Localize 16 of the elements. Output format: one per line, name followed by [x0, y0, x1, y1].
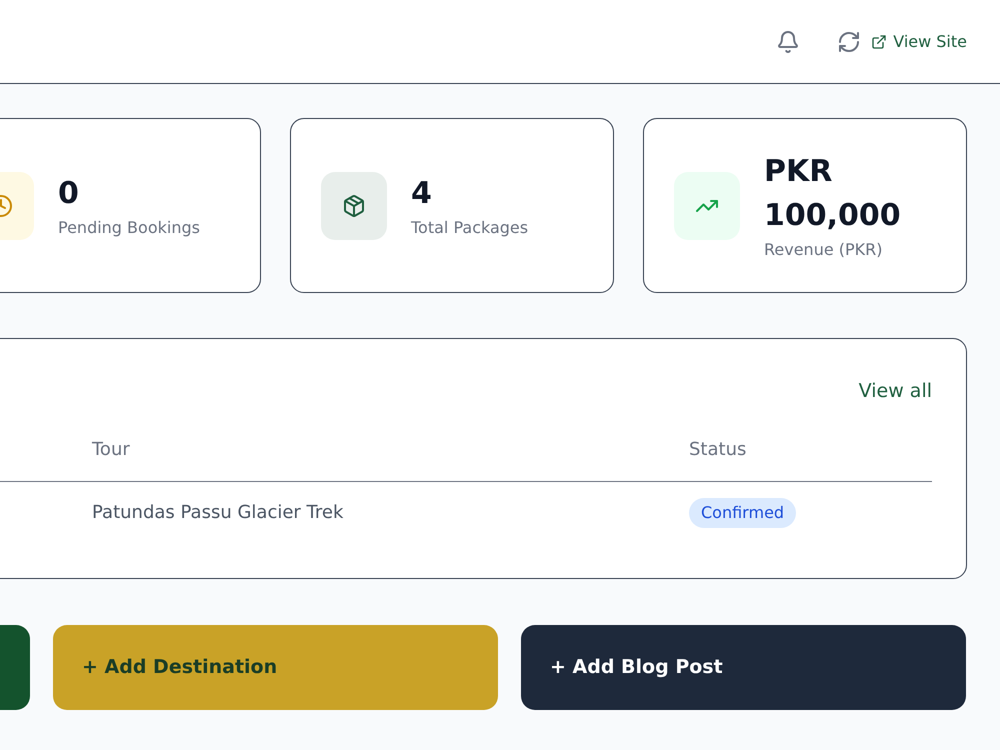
- status-badge: Confirmed: [689, 498, 796, 528]
- table-cell-text: Patundas Passu Glacier Trek: [92, 501, 344, 525]
- stat-value: 4: [411, 174, 433, 212]
- stat-label: Revenue (PKR): [764, 238, 884, 260]
- stat-value: PKR 100,000: [764, 152, 902, 234]
- stat-label: Pending Bookings: [58, 216, 200, 238]
- view-site-link[interactable]: View Site: [871, 30, 967, 54]
- column-header: Status: [689, 438, 746, 462]
- box-icon: [342, 194, 366, 218]
- action-button[interactable]: + Add Destination: [53, 625, 498, 710]
- external-link-icon: [871, 34, 888, 50]
- stat-label: Total Packages: [411, 216, 528, 238]
- action-button[interactable]: + Add Blog Post: [521, 625, 966, 710]
- view-all-link[interactable]: View all: [858, 377, 932, 406]
- stat-value: 0: [58, 174, 80, 212]
- column-header: Tour: [92, 438, 131, 462]
